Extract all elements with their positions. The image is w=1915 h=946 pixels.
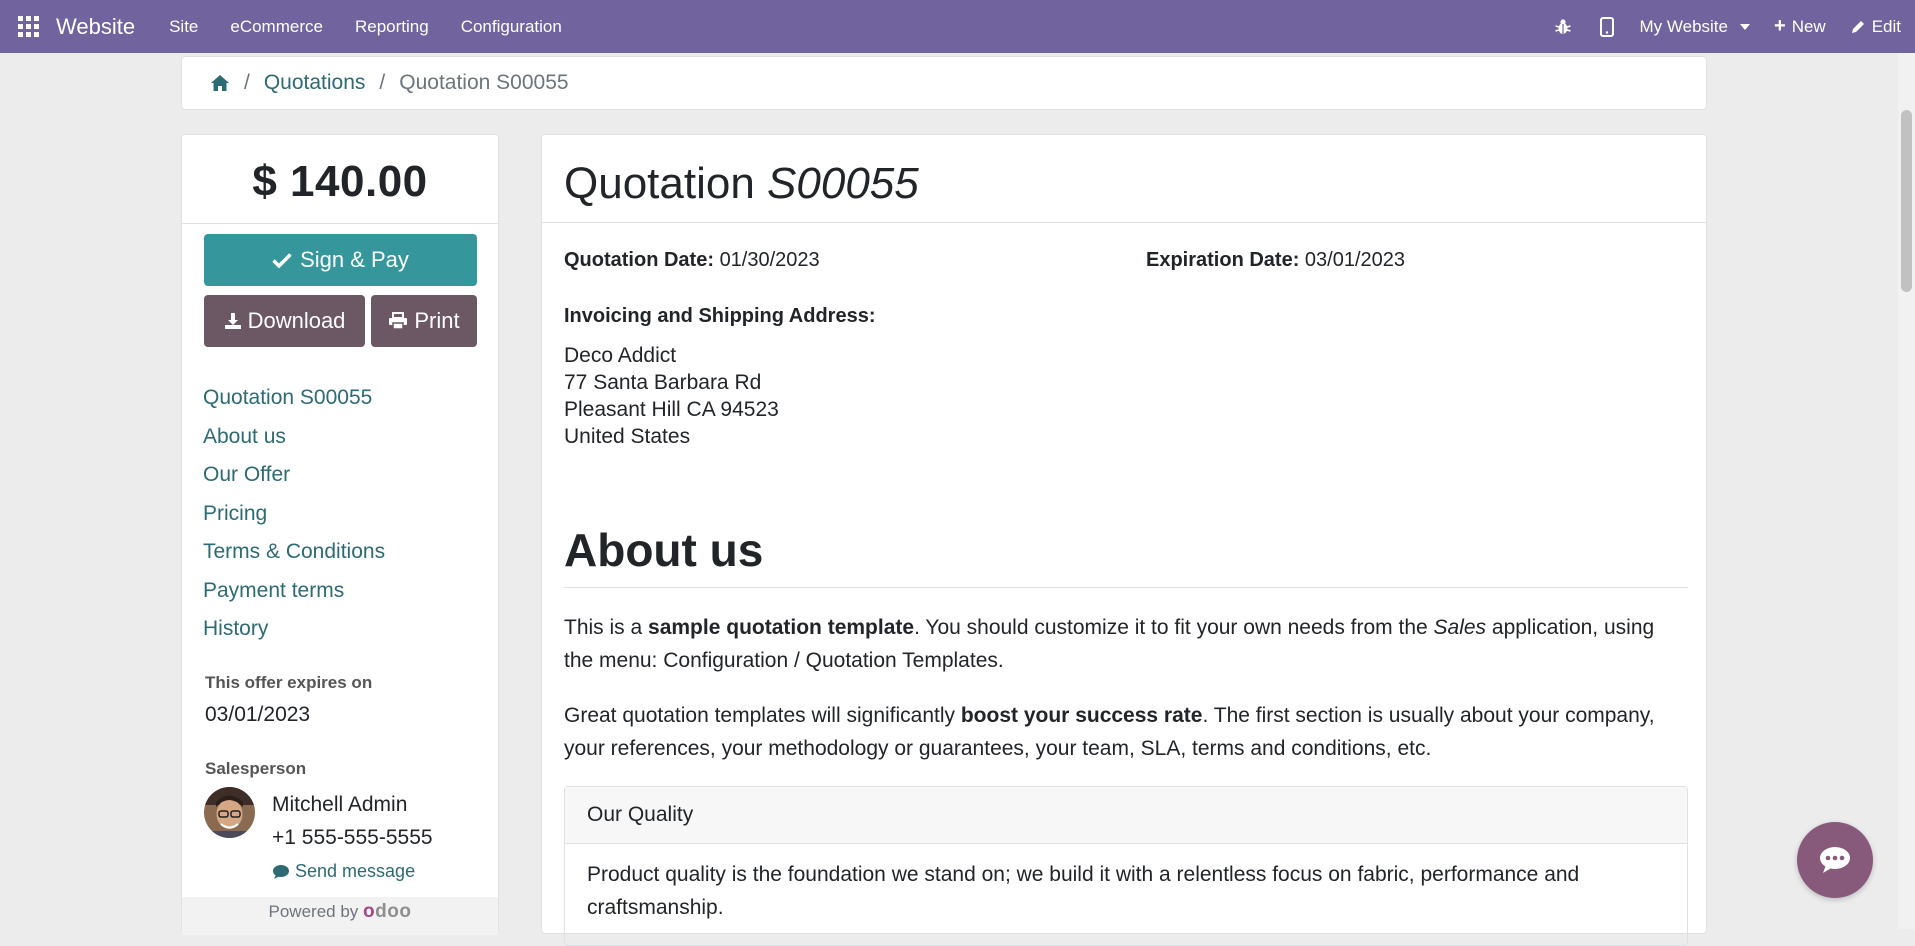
toc-item-history[interactable]: History (203, 610, 385, 649)
sign-pay-label: Sign & Pay (300, 247, 409, 273)
breadcrumb-quotations-link[interactable]: Quotations (264, 71, 366, 95)
breadcrumb-separator: / (379, 71, 385, 95)
avatar (204, 787, 255, 838)
total-amount: $ 140.00 (182, 135, 498, 224)
page-title: Quotation S00055 (564, 159, 919, 209)
sign-pay-button[interactable]: Sign & Pay (204, 234, 477, 286)
scrollbar-thumb[interactable] (1901, 110, 1912, 292)
website-selector[interactable]: My Website (1628, 17, 1763, 37)
print-button[interactable]: Print (371, 295, 477, 347)
our-quality-card: Our Quality Product quality is the found… (564, 786, 1688, 946)
download-label: Download (248, 308, 346, 334)
chat-bubble-icon (1818, 845, 1852, 875)
home-icon[interactable] (210, 74, 230, 92)
top-navbar: Website Site eCommerce Reporting Configu… (0, 0, 1915, 53)
toc-item-about-us[interactable]: About us (203, 418, 385, 457)
toc-item-terms[interactable]: Terms & Conditions (203, 533, 385, 572)
p1-bold: sample quotation template (648, 616, 914, 639)
toc-item-payment-terms[interactable]: Payment terms (203, 572, 385, 611)
quotation-sidebar: $ 140.00 Sign & Pay Download Print Quota… (181, 134, 499, 934)
address-block: Deco Addict 77 Santa Barbara Rd Pleasant… (564, 342, 779, 450)
address-label: Invoicing and Shipping Address: (564, 305, 876, 328)
address-street: 77 Santa Barbara Rd (564, 369, 779, 396)
about-paragraph-2: Great quotation templates will significa… (564, 699, 1688, 765)
menu-ecommerce[interactable]: eCommerce (214, 17, 339, 37)
title-number: S00055 (767, 159, 919, 208)
odoo-logo[interactable]: odoo (363, 901, 411, 922)
comment-icon (272, 864, 290, 880)
address-name: Deco Addict (564, 342, 779, 369)
expiration-date: Expiration Date: 03/01/2023 (1146, 249, 1405, 272)
edit-label: Edit (1872, 17, 1901, 37)
edit-button[interactable]: Edit (1838, 17, 1915, 37)
breadcrumb: / Quotations / Quotation S00055 (181, 56, 1707, 110)
menu-reporting[interactable]: Reporting (339, 17, 445, 37)
apps-menu-icon[interactable] (18, 16, 40, 38)
navbar-right: My Website + New Edit (1540, 0, 1915, 53)
quotation-date: Quotation Date: 01/30/2023 (564, 249, 820, 272)
powered-by-label: Powered by (269, 902, 359, 921)
about-paragraph-1: This is a sample quotation template. You… (564, 611, 1688, 677)
plus-icon: + (1774, 15, 1786, 38)
new-button[interactable]: + New (1762, 15, 1838, 38)
expires-label: This offer expires on (205, 673, 372, 693)
send-message-link[interactable]: Send message (272, 861, 415, 882)
pencil-icon (1850, 19, 1866, 35)
livechat-button[interactable] (1797, 822, 1873, 898)
print-label: Print (414, 308, 459, 334)
menu-configuration[interactable]: Configuration (445, 17, 578, 37)
quotation-date-label: Quotation Date: (564, 249, 714, 271)
expiration-date-value: 03/01/2023 (1305, 249, 1405, 271)
expiration-date-label: Expiration Date: (1146, 249, 1299, 271)
download-icon (224, 312, 242, 330)
expires-date: 03/01/2023 (205, 703, 310, 727)
debug-bug-icon[interactable] (1540, 18, 1586, 36)
address-city: Pleasant Hill CA 94523 (564, 396, 779, 423)
download-button[interactable]: Download (204, 295, 365, 347)
mobile-preview-icon[interactable] (1586, 17, 1628, 37)
website-selector-label: My Website (1640, 17, 1729, 37)
toc-item-our-offer[interactable]: Our Offer (203, 456, 385, 495)
salesperson-phone: +1 555-555-5555 (272, 826, 433, 850)
our-quality-text: Product quality is the foundation we sta… (565, 844, 1687, 938)
send-message-label: Send message (295, 861, 415, 882)
toc-item-quotation[interactable]: Quotation S00055 (203, 379, 385, 418)
new-label: New (1792, 17, 1826, 37)
table-of-contents: Quotation S00055 About us Our Offer Pric… (203, 379, 385, 649)
quotation-card: Quotation S00055 Quotation Date: 01/30/2… (541, 134, 1707, 934)
page-scrollbar[interactable] (1898, 53, 1915, 929)
app-brand[interactable]: Website (56, 14, 135, 40)
title-prefix: Quotation (564, 159, 755, 208)
our-quality-heading: Our Quality (565, 787, 1687, 844)
breadcrumb-current: Quotation S00055 (399, 71, 568, 95)
divider (542, 222, 1706, 223)
toc-item-pricing[interactable]: Pricing (203, 495, 385, 534)
printer-icon (388, 312, 408, 330)
salesperson-name: Mitchell Admin (272, 793, 407, 817)
p1-text-c: . You should customize it to fit your ow… (914, 616, 1433, 639)
breadcrumb-separator: / (244, 71, 250, 95)
p1-text-a: This is a (564, 616, 648, 639)
salesperson-label: Salesperson (205, 759, 306, 779)
address-country: United States (564, 423, 779, 450)
p1-italic: Sales (1434, 616, 1487, 639)
p2-bold: boost your success rate (961, 704, 1203, 727)
check-icon (272, 252, 292, 268)
about-us-heading: About us (564, 523, 763, 577)
powered-by-footer: Powered by odoo (182, 897, 498, 935)
p2-text-a: Great quotation templates will significa… (564, 704, 961, 727)
chevron-down-icon (1740, 24, 1750, 30)
quotation-date-value: 01/30/2023 (720, 249, 820, 271)
divider (564, 587, 1688, 588)
menu-site[interactable]: Site (153, 17, 214, 37)
